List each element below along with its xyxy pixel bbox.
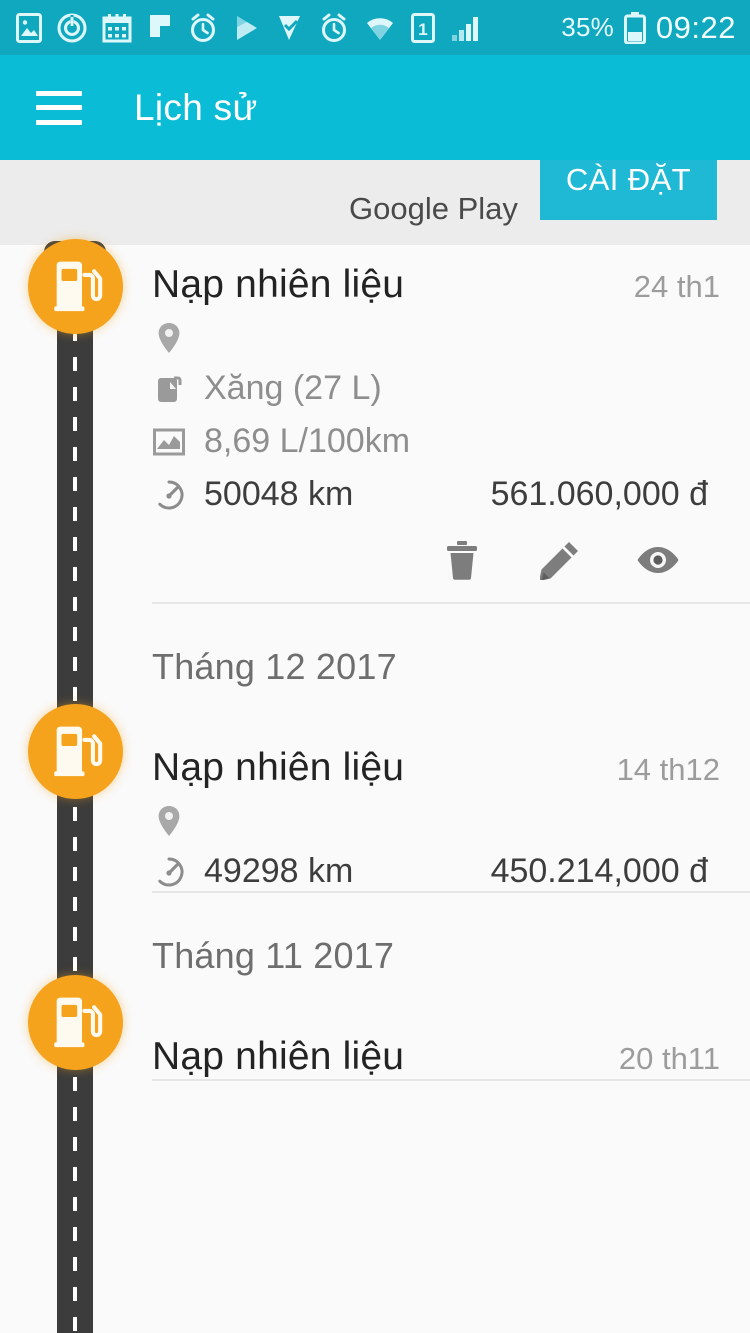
entry-date: 24 th1: [633, 269, 720, 304]
history-entry[interactable]: Nạp nhiên liệu 24 th1 Xăng (27 L) 8,69 L/10…: [0, 245, 750, 602]
entry-header: Nạp nhiên liệu 20 th11: [152, 1035, 720, 1079]
entry-detail-text: 49298 km: [204, 852, 354, 890]
battery-percent-label: 35%: [561, 12, 614, 42]
entry-title: Nạp nhiên liệu: [152, 263, 405, 306]
image-icon: [16, 12, 42, 43]
svg-text:1: 1: [418, 20, 427, 39]
status-bar-clock: 09:22: [655, 9, 736, 45]
alarm-2-icon: [322, 13, 346, 42]
timeline-entries: Nạp nhiên liệu 24 th1 Xăng (27 L) 8,69 L/10…: [0, 245, 750, 1081]
sim-1-icon: 1: [411, 12, 435, 43]
play-store-icon: [237, 15, 257, 40]
delete-icon[interactable]: [438, 536, 486, 584]
entry-header: Nạp nhiên liệu 24 th1: [152, 263, 720, 307]
entry-header: Nạp nhiên liệu 14 th12: [152, 746, 720, 790]
history-entry[interactable]: Nạp nhiên liệu 14 th12 49298 km 450.214,000…: [0, 728, 750, 891]
entry-title: Nạp nhiên liệu: [152, 1035, 405, 1078]
entry-detail-row: [152, 321, 720, 355]
chart-line-icon: [152, 425, 186, 459]
entry-title: Nạp nhiên liệu: [152, 746, 405, 789]
alarm-icon: [191, 13, 215, 42]
entry-amount: 450.214,000 đ: [490, 852, 708, 890]
jerrycan-icon: [152, 372, 186, 406]
entry-amount: 561.060,000 đ: [490, 475, 708, 513]
ad-source-label: Google Play: [349, 190, 518, 226]
entry-detail-row: Xăng (27 L): [152, 369, 720, 408]
flag-icon: [150, 14, 170, 37]
hamburger-icon[interactable]: [36, 90, 82, 125]
entry-detail-text: Xăng (27 L): [204, 369, 382, 407]
entry-detail-row: 50048 km 561.060,000 đ: [152, 475, 720, 514]
entry-detail-text: 8,69 L/100km: [204, 422, 411, 460]
edit-icon[interactable]: [536, 536, 584, 584]
page-title: Lịch sử: [134, 86, 258, 128]
wifi-icon: [367, 17, 393, 40]
location-pin-icon: [152, 321, 186, 355]
power-circle-icon: [57, 13, 87, 42]
entry-actions: [152, 514, 720, 602]
entry-date: 20 th11: [618, 1041, 720, 1076]
month-header: Tháng 12 2017: [152, 646, 397, 687]
ad-install-button[interactable]: CÀI ĐẶT: [539, 160, 717, 220]
entry-detail-row: 8,69 L/100km: [152, 422, 720, 461]
ad-banner[interactable]: Google Play CÀI ĐẶT: [0, 160, 750, 245]
entry-detail-row: [152, 804, 720, 838]
location-pin-icon: [152, 804, 186, 838]
history-timeline: Nạp nhiên liệu 24 th1 Xăng (27 L) 8,69 L/10…: [0, 239, 750, 1333]
odometer-icon: [152, 478, 186, 512]
history-entry[interactable]: Nạp nhiên liệu 20 th11: [0, 1017, 750, 1079]
month-header: Tháng 11 2017: [152, 935, 395, 976]
odometer-icon: [152, 855, 186, 889]
status-bar: 1 35% 09:22: [0, 0, 750, 55]
status-bar-icons: 1: [16, 12, 547, 43]
calendar-icon: [102, 13, 132, 42]
play-music-icon: [279, 15, 300, 40]
entry-detail-row: 49298 km 450.214,000 đ: [152, 852, 720, 891]
signal-icon: [452, 16, 478, 41]
entry-divider: [152, 1079, 750, 1081]
battery-icon: [623, 11, 646, 44]
app-root: 1 35% 09:22 Lịch sử Google Play CÀI ĐẶT …: [0, 0, 750, 1333]
view-icon[interactable]: [634, 536, 682, 584]
entry-detail-text: 50048 km: [204, 475, 354, 513]
entry-date: 14 th12: [616, 752, 720, 787]
status-bar-right: 35% 09:22: [561, 10, 736, 46]
app-bar: Lịch sử: [0, 55, 750, 160]
